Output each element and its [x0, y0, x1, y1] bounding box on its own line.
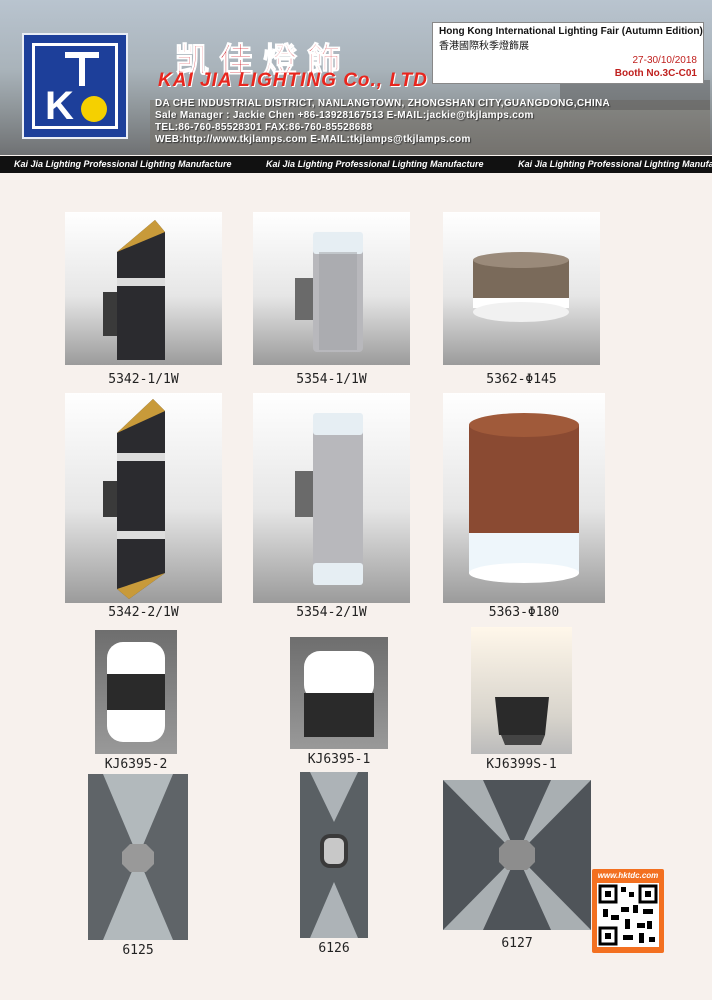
product-label: 6125	[122, 943, 154, 958]
tagline-strip: Kai Jia Lighting Professional Lighting M…	[0, 156, 712, 173]
fair-dates: 27-30/10/2018	[632, 55, 697, 66]
company-name-en: KAI JIA LIGHTING Co., LTD	[158, 70, 428, 91]
product-image-5363	[443, 393, 605, 603]
web-email: WEB:http://www.tkjlamps.com E-MAIL:tkjla…	[155, 134, 471, 145]
fair-booth: Booth No.3C-C01	[614, 68, 697, 79]
tagline: Kai Jia Lighting Professional Lighting M…	[266, 159, 484, 169]
qr-url: www.hktdc.com	[597, 871, 659, 880]
product-label: 5354-1/1W	[296, 372, 367, 387]
product-label: 5342-1/1W	[108, 372, 179, 387]
product-label: 5354-2/1W	[296, 605, 367, 620]
product-image-5354-2	[253, 393, 410, 603]
product-image-6125	[88, 774, 188, 940]
product-image-5342-2	[65, 393, 222, 603]
product-image-5342-1	[65, 212, 222, 365]
product-label: KJ6399S-1	[486, 757, 557, 772]
sales-contact: Sale Manager : Jackie Chen +86-139281675…	[155, 110, 534, 121]
tagline: Kai Jia Lighting Professional Lighting M…	[14, 159, 232, 169]
header-banner: K 凯佳燈飾 KAI JIA LIGHTING Co., LTD DA CHE …	[0, 0, 712, 155]
company-address: DA CHE INDUSTRIAL DISTRICT, NANLANGTOWN,…	[155, 98, 611, 109]
product-label: 5362-Φ145	[486, 372, 557, 387]
product-image-kj6395-1	[290, 637, 388, 749]
product-image-kj6395-2	[95, 630, 177, 754]
fair-info-box: Hong Kong International Lighting Fair (A…	[432, 22, 704, 84]
phone-fax: TEL:86-760-85528301 FAX:86-760-85528688	[155, 122, 373, 133]
product-label: KJ6395-1	[307, 752, 371, 767]
qr-code-badge[interactable]: www.hktdc.com	[592, 869, 664, 953]
product-label: 6126	[318, 941, 350, 956]
product-label: 5342-2/1W	[108, 605, 179, 620]
company-logo: K	[22, 33, 128, 139]
product-image-kj6399s-1	[471, 627, 572, 754]
product-label: 5363-Φ180	[488, 605, 560, 620]
tagline: Kai Jia Lighting Professional Lighting M…	[518, 159, 712, 169]
fair-title-en: Hong Kong International Lighting Fair (A…	[439, 26, 703, 37]
product-label: 6127	[501, 936, 533, 951]
qr-code	[597, 883, 659, 947]
product-label: KJ6395-2	[104, 757, 168, 772]
product-image-5362	[443, 212, 600, 365]
product-image-5354-1	[253, 212, 410, 365]
fair-title-cn: 香港國際秋季燈飾展	[439, 41, 529, 52]
product-image-6126	[300, 772, 368, 938]
product-image-6127	[443, 780, 591, 930]
